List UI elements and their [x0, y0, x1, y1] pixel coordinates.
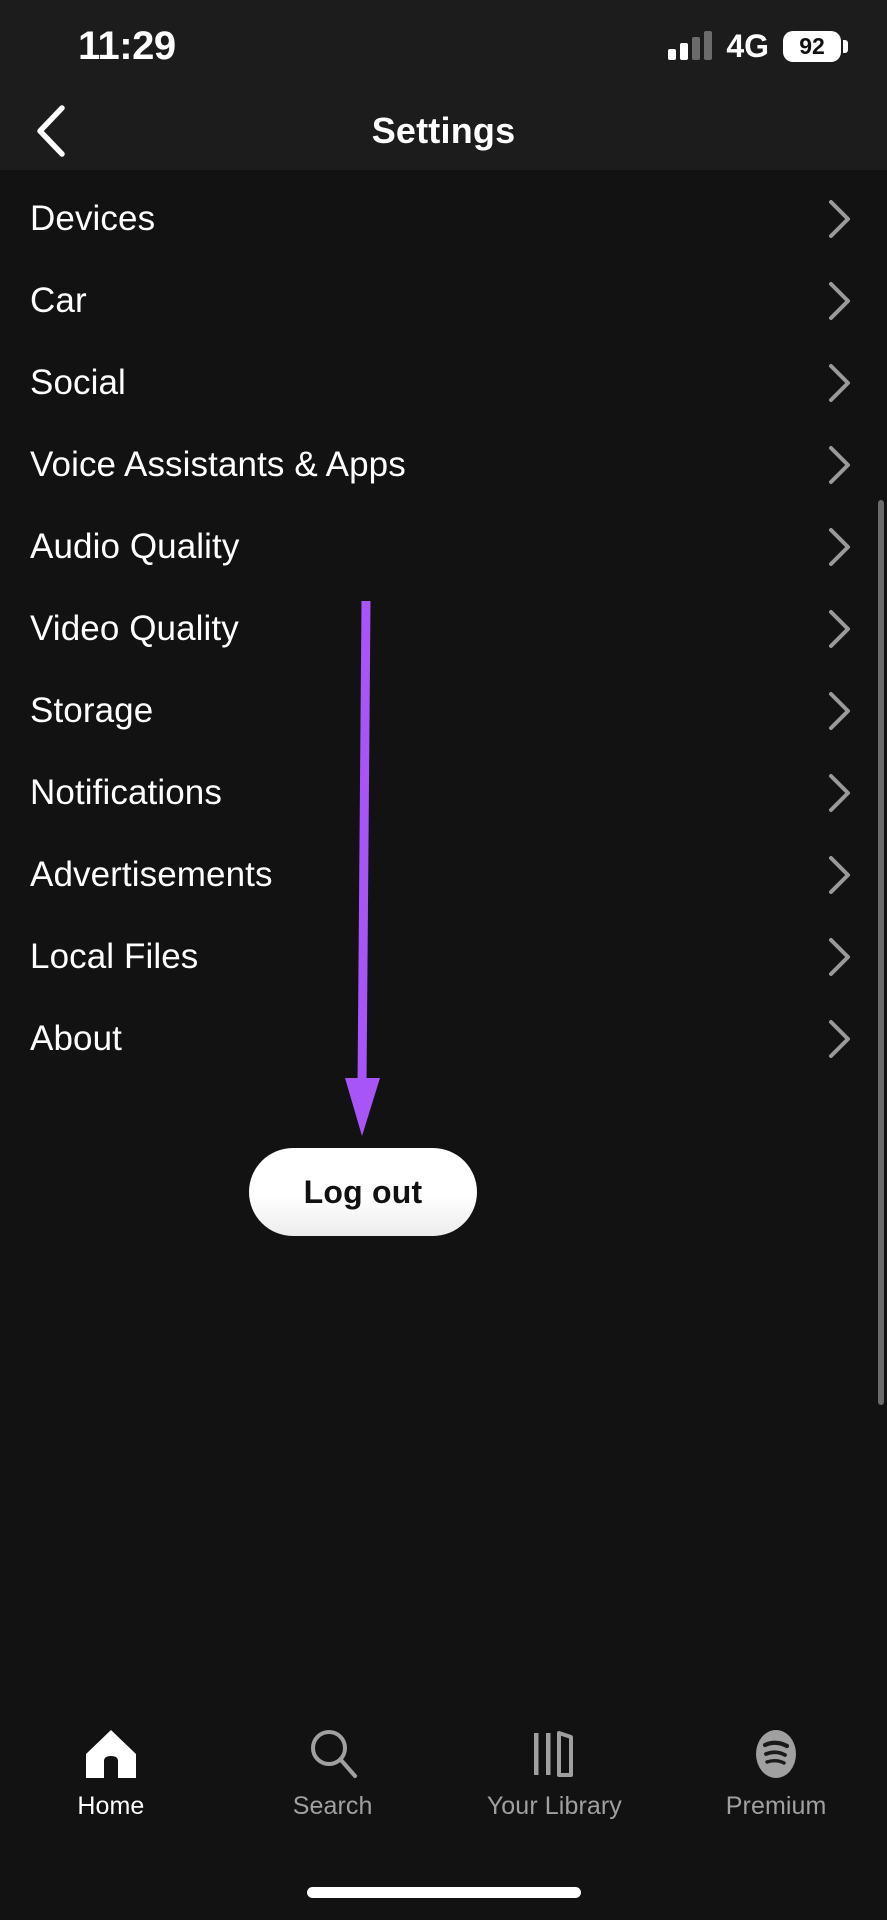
chevron-right-icon: [829, 774, 850, 812]
annotation-arrow-head: [345, 1078, 380, 1136]
settings-row-advertisements[interactable]: Advertisements: [0, 834, 887, 916]
page-title: Settings: [371, 110, 516, 151]
status-time: 11:29: [78, 23, 176, 68]
settings-screen: 11:29 4G 92 Settings Devices Car Social …: [0, 0, 887, 1920]
settings-row-label: About: [30, 1019, 122, 1058]
status-bar: 11:29 4G 92: [0, 0, 887, 92]
chevron-left-icon: [37, 105, 65, 157]
nav-item-label: Your Library: [486, 1792, 622, 1820]
search-icon: [305, 1726, 361, 1782]
vertical-scrollbar[interactable]: [878, 500, 884, 1405]
settings-row-notifications[interactable]: Notifications: [0, 752, 887, 834]
chevron-right-icon: [829, 610, 850, 648]
chevron-right-icon: [829, 364, 850, 402]
chevron-right-icon: [829, 200, 850, 238]
battery-icon: 92: [783, 30, 848, 62]
chevron-right-icon: [829, 528, 850, 566]
page-header: Settings: [0, 92, 887, 170]
nav-item-label: Home: [77, 1792, 145, 1820]
nav-item-label: Search: [292, 1792, 373, 1820]
back-button[interactable]: [22, 103, 78, 159]
signal-bars-icon: [668, 31, 713, 60]
chevron-right-icon: [829, 1020, 850, 1058]
network-type-label: 4G: [726, 27, 769, 64]
settings-row-label: Advertisements: [30, 855, 273, 894]
log-out-button[interactable]: Log out: [249, 1148, 477, 1236]
settings-row-social[interactable]: Social: [0, 342, 887, 424]
settings-row-video-quality[interactable]: Video Quality: [0, 588, 887, 670]
settings-row-label: Storage: [30, 691, 154, 730]
settings-row-about[interactable]: About: [0, 998, 887, 1080]
settings-row-devices[interactable]: Devices: [0, 178, 887, 260]
library-icon: [526, 1726, 582, 1782]
nav-item-home[interactable]: Home: [0, 1726, 222, 1821]
nav-item-premium[interactable]: Premium: [665, 1726, 887, 1821]
settings-row-voice-assistants-apps[interactable]: Voice Assistants & Apps: [0, 424, 887, 506]
settings-row-label: Social: [30, 363, 126, 402]
settings-list: Devices Car Social Voice Assistants & Ap…: [0, 170, 887, 1080]
settings-row-storage[interactable]: Storage: [0, 670, 887, 752]
nav-item-search[interactable]: Search: [222, 1726, 444, 1821]
chevron-right-icon: [829, 938, 850, 976]
chevron-right-icon: [829, 692, 850, 730]
settings-row-label: Video Quality: [30, 609, 239, 648]
chevron-right-icon: [829, 282, 850, 320]
settings-row-label: Car: [30, 281, 87, 320]
home-icon: [83, 1726, 139, 1782]
settings-row-audio-quality[interactable]: Audio Quality: [0, 506, 887, 588]
settings-row-local-files[interactable]: Local Files: [0, 916, 887, 998]
nav-item-your-library[interactable]: Your Library: [444, 1726, 666, 1821]
settings-row-label: Devices: [30, 199, 156, 238]
status-indicators: 4G 92: [668, 27, 848, 65]
settings-row-label: Local Files: [30, 937, 199, 976]
chevron-right-icon: [829, 856, 850, 894]
nav-item-label: Premium: [725, 1792, 827, 1820]
battery-percent-label: 92: [799, 32, 825, 59]
settings-row-label: Notifications: [30, 773, 222, 812]
settings-row-car[interactable]: Car: [0, 260, 887, 342]
spotify-icon: [748, 1726, 804, 1782]
home-indicator: [306, 1887, 581, 1898]
settings-row-label: Audio Quality: [30, 527, 240, 566]
chevron-right-icon: [829, 446, 850, 484]
settings-row-label: Voice Assistants & Apps: [30, 445, 406, 484]
